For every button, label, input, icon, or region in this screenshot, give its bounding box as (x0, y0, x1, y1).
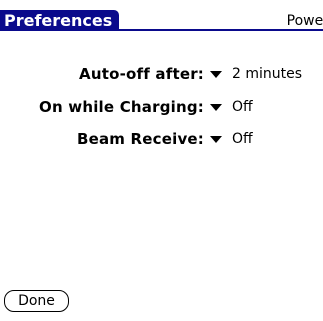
app-title: Preferences (0, 10, 120, 31)
on-while-charging-label: On while Charging: (39, 98, 204, 116)
category-picker[interactable]: Power (287, 12, 323, 30)
triangle-down-icon (210, 104, 222, 111)
auto-off-label: Auto-off after: (79, 65, 204, 83)
setting-row-auto-off: Auto-off after: 2 minutes (0, 63, 323, 85)
beam-receive-value: Off (232, 131, 253, 147)
setting-row-on-while-charging: On while Charging: Off (0, 96, 323, 118)
triangle-down-icon (210, 136, 222, 143)
auto-off-value: 2 minutes (232, 66, 303, 82)
beam-receive-label: Beam Receive: (76, 130, 204, 148)
done-button[interactable]: Done (4, 290, 69, 312)
triangle-down-icon (210, 71, 222, 78)
title-underline (0, 29, 323, 31)
setting-row-beam-receive: Beam Receive: Off (0, 128, 323, 150)
title-bar: Preferences Power (0, 0, 323, 31)
on-while-charging-value: Off (232, 99, 253, 115)
